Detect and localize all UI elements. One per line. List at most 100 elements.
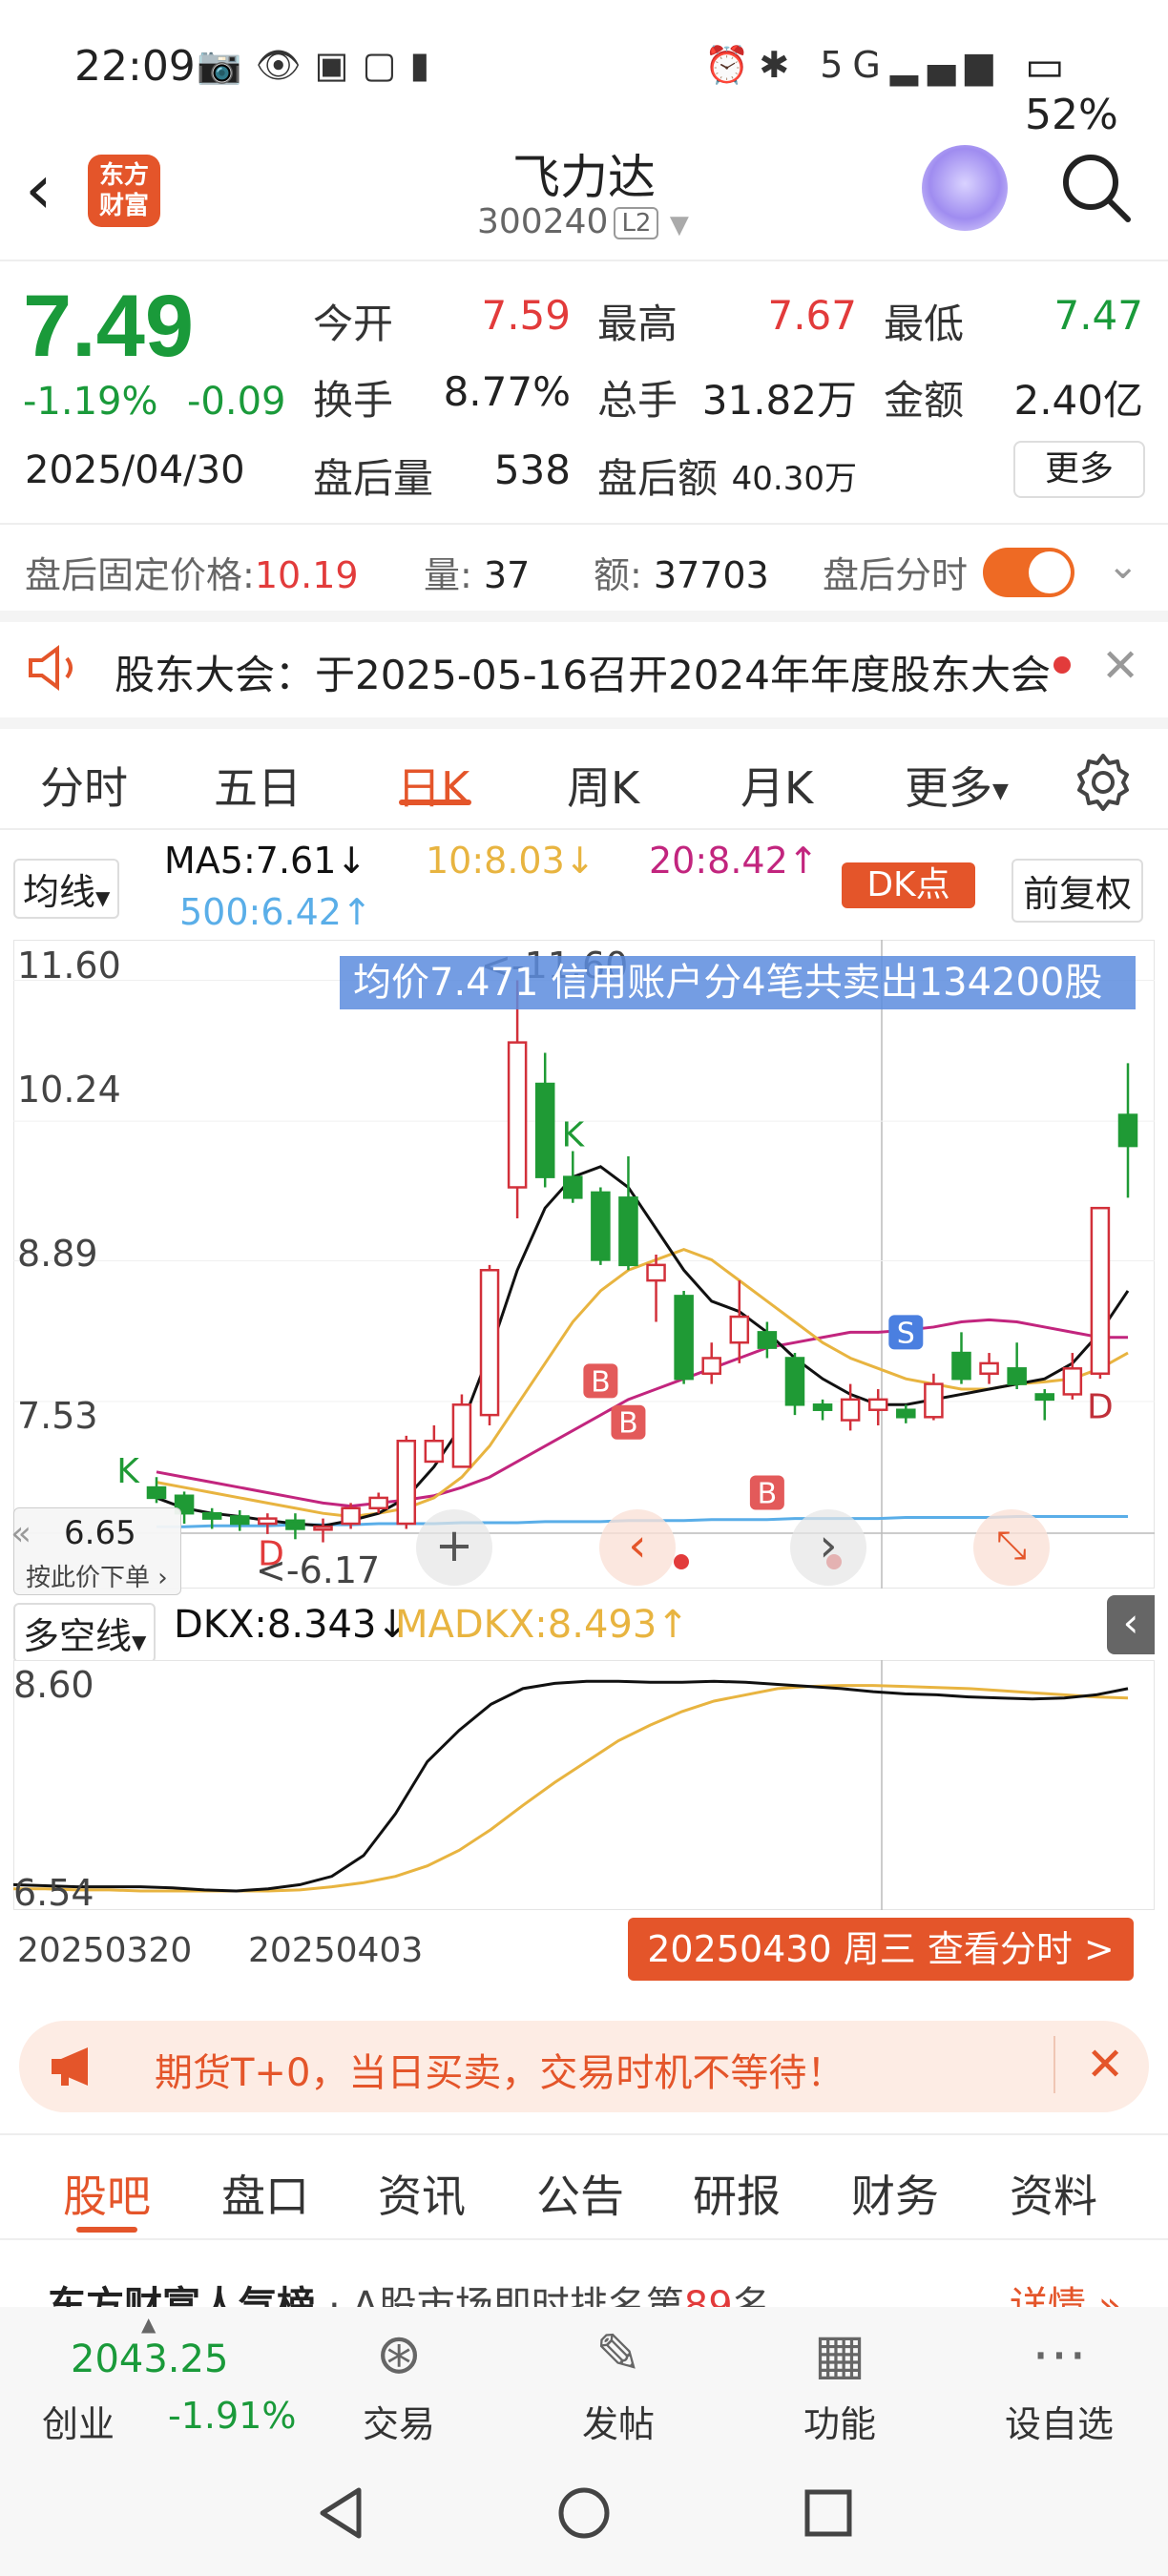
- view-intraday-button[interactable]: 20250430 周三 查看分时 >: [628, 1918, 1134, 1981]
- dk-point-button[interactable]: DK点: [842, 862, 975, 908]
- bottom-nav: ▲ 2043.25 创业 -1.91% ⊛ 交易 ✎ 发帖 ▦ 功能 ⋯ 设自选: [0, 2307, 1168, 2450]
- adjust-button[interactable]: 前复权: [1012, 859, 1144, 923]
- divider: [1053, 2036, 1055, 2093]
- battery-level: ▭ 52%: [1025, 42, 1168, 139]
- ma5-value: MA5:7.61↓: [164, 840, 366, 882]
- tab-weekly-k[interactable]: 周K: [567, 754, 639, 817]
- dkx-value: DKX:8.343↓: [174, 1603, 408, 1647]
- indicator-selector[interactable]: 多空线▼: [13, 1603, 156, 1663]
- zoom-in-icon[interactable]: +: [416, 1509, 492, 1586]
- tab-daily-k[interactable]: 日K: [397, 754, 469, 817]
- candle: [784, 1353, 805, 1416]
- side-panel-toggle-icon[interactable]: ‹: [1107, 1595, 1155, 1654]
- period-tabs: 分时 五日 日K 周K 月K 更多▼: [0, 735, 1168, 830]
- search-icon[interactable]: [1059, 151, 1132, 223]
- after-hours-amount: 额: 37703: [594, 546, 769, 598]
- divider: [0, 2133, 1168, 2135]
- ma10-text: 10:8.03: [426, 840, 565, 882]
- nav-trade-label: 交易: [362, 2403, 435, 2445]
- tab-news[interactable]: 资讯: [378, 2162, 466, 2225]
- system-recents-icon[interactable]: [802, 2486, 855, 2540]
- level2-badge: L2: [614, 207, 659, 239]
- kline-chart[interactable]: KKDBBBSD: [13, 940, 1155, 1589]
- more-button[interactable]: 更多: [1013, 441, 1145, 498]
- trade-marker[interactable]: D: [1087, 1388, 1114, 1427]
- price-axis-3: 8.89: [17, 1233, 98, 1275]
- dkx-chart[interactable]: [13, 1660, 1155, 1910]
- tab-finance[interactable]: 财务: [851, 2162, 939, 2225]
- nav-add-watchlist[interactable]: ⋯ 设自选: [983, 2318, 1136, 2447]
- tab-monthly-k[interactable]: 月K: [740, 754, 813, 817]
- index-name: 创业: [42, 2403, 115, 2445]
- arrow-down-icon: ↓: [564, 840, 595, 882]
- tab-research[interactable]: 研报: [693, 2162, 781, 2225]
- robot-assistant-icon[interactable]: [922, 145, 1008, 231]
- trade-marker[interactable]: K: [561, 1115, 585, 1154]
- chevron-down-icon[interactable]: ⌄: [1107, 544, 1139, 588]
- cursor-price: 6.65: [64, 1514, 136, 1552]
- notice-bar[interactable]: 股东大会：于2025-05-16召开2024年年度股东大会 ✕: [0, 620, 1168, 716]
- price-axis-2: 10.24: [17, 1069, 121, 1111]
- svg-text:S: S: [897, 1317, 915, 1350]
- candle: [479, 1264, 500, 1425]
- quote-label: 最低: [884, 301, 965, 347]
- dkx-text: DKX:8.343: [174, 1603, 377, 1647]
- caret-up-icon: ▲: [141, 2313, 156, 2336]
- tab-guba[interactable]: 股吧: [63, 2162, 151, 2225]
- event-dot[interactable]: [674, 1554, 689, 1569]
- trade-marker[interactable]: B: [749, 1475, 784, 1510]
- candle: [591, 1187, 611, 1265]
- quote-date: 2025/04/30: [25, 448, 245, 492]
- nav-trade[interactable]: ⊛ 交易: [323, 2318, 475, 2447]
- speaker-icon: [29, 645, 73, 691]
- trade-marker[interactable]: K: [116, 1452, 140, 1491]
- system-home-icon[interactable]: [555, 2484, 613, 2542]
- ma500-value: 500:6.42↑: [179, 891, 372, 933]
- after-hours-toggle[interactable]: [983, 548, 1074, 597]
- status-bar: 22:09 📷👁▣▢▮ ⏰✱ 5G▂▄▆ ▭ 52%: [0, 0, 1168, 139]
- section-gap: [0, 717, 1168, 729]
- connectivity-icons: ⏰✱ 5G▂▄▆: [704, 44, 1003, 86]
- trade-marker[interactable]: B: [611, 1404, 646, 1441]
- sell-info-banner: 均价7.471 信用账户分4笔共卖出134200股: [340, 956, 1136, 1009]
- index-change: -1.91%: [168, 2395, 297, 2437]
- arrow-up-icon: ↑: [341, 891, 372, 933]
- fullscreen-icon[interactable]: ⤡: [973, 1509, 1050, 1586]
- tab-more[interactable]: 更多▼: [905, 754, 1009, 817]
- tab-order-book[interactable]: 盘口: [221, 2162, 309, 2225]
- candle: [1090, 1206, 1111, 1380]
- date-mid: 20250403: [248, 1931, 424, 1970]
- chevron-down-icon: ▼: [669, 211, 689, 239]
- amount-label: 额:: [594, 554, 642, 596]
- ma-selector[interactable]: 均线▼: [13, 859, 120, 919]
- toggle-knob: [1029, 551, 1071, 593]
- stock-header: ‹ 东方 财富 飞力达 300240 L2 ▼: [0, 134, 1168, 258]
- tab-profile[interactable]: 资料: [1010, 2162, 1097, 2225]
- quote-label: 今开: [313, 301, 394, 347]
- arrow-up-icon: ↑: [657, 1603, 689, 1647]
- tab-announcements[interactable]: 公告: [536, 2162, 624, 2225]
- cursor-price-box[interactable]: 6.65 按此价下单 › «: [10, 1507, 181, 1595]
- system-back-icon[interactable]: [315, 2484, 366, 2542]
- quote-value: 538: [493, 447, 571, 493]
- promo-banner[interactable]: 期货T+0，当日买卖，交易时机不等待！ ✕: [19, 2021, 1149, 2112]
- close-icon[interactable]: ✕: [1101, 639, 1139, 693]
- tab-five-day[interactable]: 五日: [214, 754, 302, 817]
- quote-value: 7.67: [767, 292, 857, 339]
- stock-code-row[interactable]: 300240 L2 ▼: [477, 202, 689, 241]
- tab-intraday[interactable]: 分时: [40, 754, 128, 817]
- trade-marker[interactable]: B: [583, 1363, 618, 1399]
- nav-functions[interactable]: ▦ 功能: [763, 2318, 916, 2447]
- nav-post[interactable]: ✎ 发帖: [542, 2318, 695, 2447]
- trade-marker[interactable]: S: [888, 1315, 924, 1350]
- scroll-right-icon[interactable]: ›: [790, 1509, 866, 1586]
- price-axis-4: 7.53: [17, 1395, 98, 1437]
- scroll-left-icon[interactable]: ‹: [599, 1509, 676, 1586]
- quote-value: 31.82万: [701, 377, 857, 424]
- collapse-left-icon[interactable]: «: [10, 1514, 31, 1553]
- edit-icon: ✎: [594, 2321, 642, 2386]
- caret-down-icon: ▼: [95, 886, 111, 909]
- quote-label: 换手: [313, 377, 394, 424]
- close-icon[interactable]: ✕: [1086, 2038, 1124, 2091]
- gear-icon[interactable]: [1073, 752, 1134, 813]
